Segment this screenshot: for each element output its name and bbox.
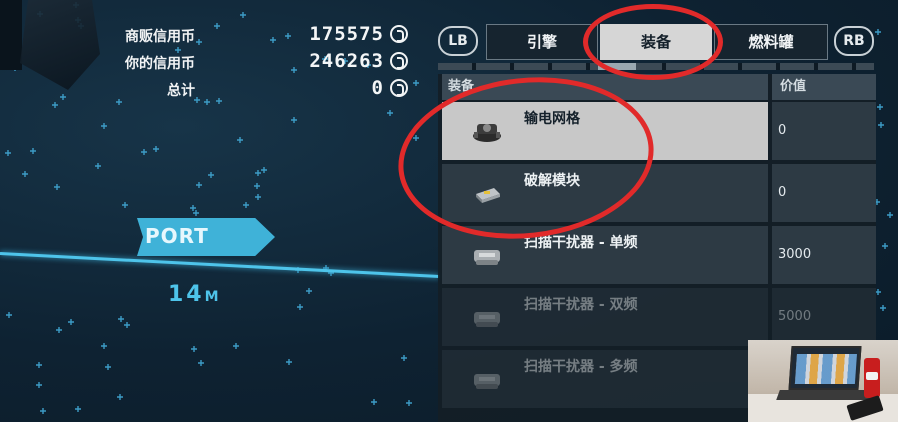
star-cross — [208, 172, 214, 178]
star-cross — [243, 202, 249, 208]
star-cross — [141, 149, 147, 155]
star-cross — [387, 110, 393, 116]
star-cross — [240, 12, 246, 18]
player-credits-value: 246263 — [309, 50, 384, 72]
star-cross — [877, 104, 883, 110]
star-cross — [233, 343, 239, 349]
star-cross — [406, 400, 412, 406]
star-cross — [60, 94, 66, 100]
star-cross — [878, 122, 884, 128]
item-price: 0 — [772, 102, 876, 160]
star-cross — [105, 364, 111, 370]
item-price: 5000 — [772, 288, 876, 346]
star-cross — [401, 355, 407, 361]
star-cross — [237, 137, 243, 143]
credit-coin-icon — [390, 25, 408, 43]
star-cross — [291, 117, 297, 123]
star-cross — [882, 243, 888, 249]
star-cross — [153, 146, 159, 152]
lb-bumper-button[interactable]: LB — [438, 26, 478, 56]
total-credits-row: 总计 0 — [90, 77, 410, 105]
port-label: PORT — [145, 224, 209, 248]
star-cross — [54, 184, 60, 190]
soda-can-icon — [864, 358, 880, 398]
star-cross — [122, 202, 128, 208]
item-price: 3000 — [772, 226, 876, 284]
item-name: 扫描干扰器 - 双频 — [524, 297, 638, 313]
star-cross — [101, 123, 107, 129]
star-cross — [95, 163, 101, 169]
vendor-credits-label: 商贩信用币 — [125, 29, 195, 45]
port-distance: 14M — [168, 282, 222, 307]
total-credits-label: 总计 — [167, 83, 195, 99]
annotation-circle-equipment-tab — [583, 4, 723, 80]
star-cross — [75, 406, 81, 412]
star-cross — [261, 167, 267, 173]
star-cross — [306, 288, 312, 294]
port-distance-value: 14 — [168, 282, 205, 307]
star-cross — [118, 316, 124, 322]
star-cross — [40, 408, 46, 414]
star-cross — [297, 304, 303, 310]
star-cross — [413, 80, 419, 86]
scanner-jammer-icon — [474, 250, 500, 265]
tab-fuel-tank[interactable]: 燃料罐 — [714, 24, 828, 60]
star-cross — [196, 182, 202, 188]
item-price: 0 — [772, 164, 876, 222]
vendor-credits-row: 商贩信用币 175575 — [90, 23, 410, 51]
scanner-jammer-icon — [474, 312, 500, 327]
star-cross — [254, 183, 260, 189]
star-cross — [255, 194, 261, 200]
credit-coin-icon — [390, 52, 408, 70]
inset-photo — [748, 340, 898, 422]
star-cross — [255, 170, 261, 176]
star-cross — [22, 171, 28, 177]
rb-bumper-button[interactable]: RB — [834, 26, 874, 56]
star-cross — [190, 205, 196, 211]
laptop-icon — [788, 346, 862, 390]
total-credits-value: 0 — [371, 77, 384, 99]
player-credits-row: 你的信用币 246263 — [90, 50, 410, 78]
star-cross — [36, 362, 42, 368]
star-cross — [30, 148, 36, 154]
port-arrow-icon — [231, 218, 275, 256]
star-cross — [887, 212, 893, 218]
scanner-jammer-icon — [474, 374, 500, 389]
tab-engine[interactable]: 引擎 — [486, 24, 598, 60]
star-cross — [68, 319, 74, 325]
star-cross — [117, 394, 123, 400]
star-cross — [52, 102, 58, 108]
item-name: 扫描干扰器 - 多频 — [524, 359, 638, 375]
row-equipment-cell: 扫描干扰器 - 多频 — [442, 350, 768, 408]
player-credits-label: 你的信用币 — [125, 56, 195, 72]
credits-panel: 商贩信用币 175575 你的信用币 246263 总计 0 — [90, 23, 410, 105]
star-cross — [5, 150, 11, 156]
star-cross — [6, 312, 12, 318]
star-cross — [101, 343, 107, 349]
header-price: 价值 — [772, 74, 876, 100]
port-distance-unit: M — [204, 289, 222, 305]
star-cross — [286, 359, 292, 365]
ship-hull-edge — [0, 0, 22, 70]
star-cross — [371, 399, 377, 405]
star-cross — [880, 305, 886, 311]
star-cross — [124, 322, 130, 328]
star-cross — [36, 382, 42, 388]
star-cross — [193, 210, 199, 216]
star-cross — [198, 360, 204, 366]
star-cross — [56, 327, 62, 333]
vendor-credits-value: 175575 — [309, 23, 384, 45]
row-equipment-cell: 扫描干扰器 - 双频 — [442, 288, 768, 346]
star-cross — [191, 346, 197, 352]
laptop-base — [776, 390, 876, 400]
port-marker: PORT — [137, 218, 275, 256]
credit-coin-icon — [390, 79, 408, 97]
shop-row-scanner-jammer-dual[interactable]: 扫描干扰器 - 双频 5000 — [442, 288, 876, 346]
